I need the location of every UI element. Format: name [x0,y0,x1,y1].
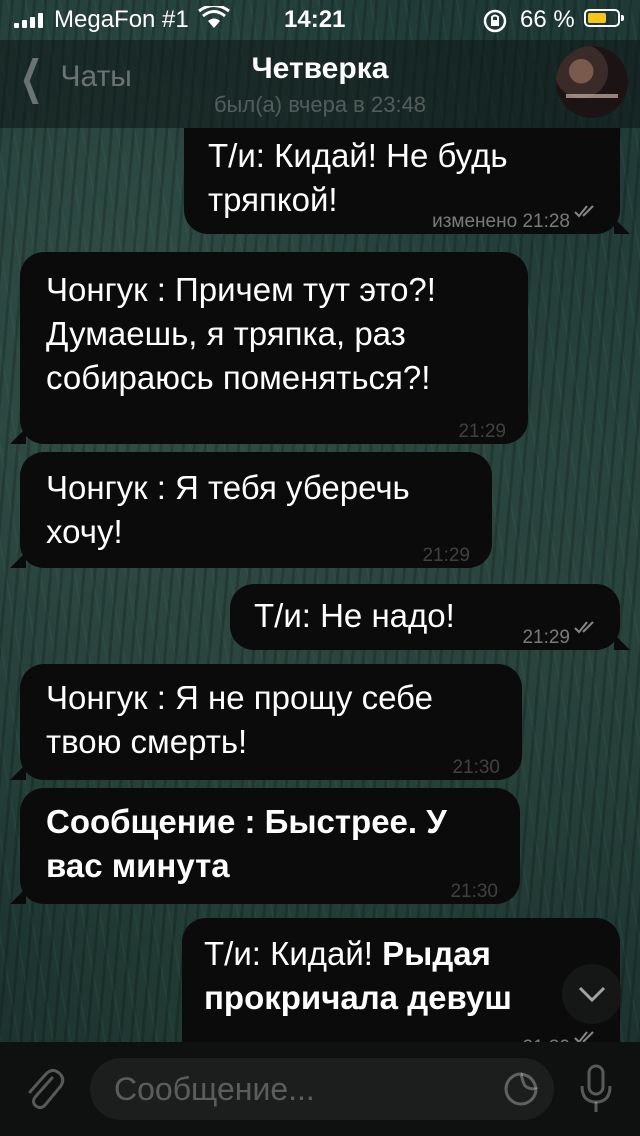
message-time: 21:29 [422,545,470,566]
message-text: Т/и: Не надо! [254,597,455,634]
battery-icon [584,9,624,27]
message-input[interactable] [112,1066,496,1112]
message-text: хочу! [46,513,123,550]
message-bubble-incoming[interactable]: Сообщение : Быстрее. У вас минута 21:30 [10,788,520,904]
message-time: изменено 21:28 [432,211,570,232]
status-time: 14:21 [284,6,346,33]
message-text: Т/и: Кидай! [204,935,383,972]
message-field [90,1058,554,1120]
message-text: Т/и: Кидай! Не будь [208,137,508,174]
message-bubble-outgoing[interactable]: Т/и: Кидай! Рыдая прокричала девуш 21:30 [182,918,620,1048]
microphone-icon[interactable] [578,1064,614,1116]
message-text: Чонгук : Я тебя уберечь [46,469,410,506]
signal-icon [14,12,43,28]
message-text: Думаешь, я тряпка, раз [46,315,406,352]
message-text: Чонгук : Я не прощу себе [46,679,433,716]
message-bubble-outgoing[interactable]: Т/и: Не надо! 21:29 [230,584,630,650]
message-input-bar [0,1042,640,1136]
wifi-icon [198,6,230,28]
message-text-bold: прокричала девуш [204,979,512,1016]
message-text: вас минута [46,847,230,884]
message-time: 21:30 [452,757,500,778]
sticker-icon[interactable] [504,1072,538,1106]
message-bubble-incoming[interactable]: Чонгук : Я не прощу себе твою смерть! 21… [10,664,522,780]
chevron-down-icon [578,986,606,1003]
chat-avatar[interactable] [556,46,628,118]
message-bubble-incoming[interactable]: Чонгук : Причем тут это?! Думаешь, я тря… [10,252,528,444]
status-bar: MegaFon #1 14:21 66 % [0,0,640,40]
chat-title[interactable]: Четверка [0,52,640,86]
message-bubble-incoming[interactable]: Чонгук : Я тебя уберечь хочу! 21:29 [10,452,492,568]
attach-paperclip-icon[interactable] [22,1064,66,1114]
message-text: Сообщение : Быстрее. У [46,803,447,840]
rotation-lock-icon [483,9,507,33]
read-checkmarks-icon [574,205,594,218]
message-bubble-outgoing[interactable]: Т/и: Кидай! Не будь тряпкой! изменено 21… [184,128,630,234]
message-text-bold: Рыдая [382,935,491,972]
message-time: 21:29 [522,627,570,648]
message-time: 21:30 [450,881,498,902]
message-text: твою смерть! [46,723,248,760]
battery-percent: 66 % [520,6,575,33]
message-text: Чонгук : Причем тут это?! [46,271,436,308]
last-seen-status: был(а) вчера в 23:48 [213,92,427,117]
scroll-to-bottom-button[interactable] [562,964,622,1024]
message-time: 21:29 [458,421,506,442]
chat-header: ❮ Чаты Четверка был(а) вчера в 23:48 [0,40,640,128]
message-text: собираюсь поменяться?! [46,359,431,396]
carrier-name: MegaFon #1 [54,6,189,33]
read-checkmarks-icon [574,621,594,634]
